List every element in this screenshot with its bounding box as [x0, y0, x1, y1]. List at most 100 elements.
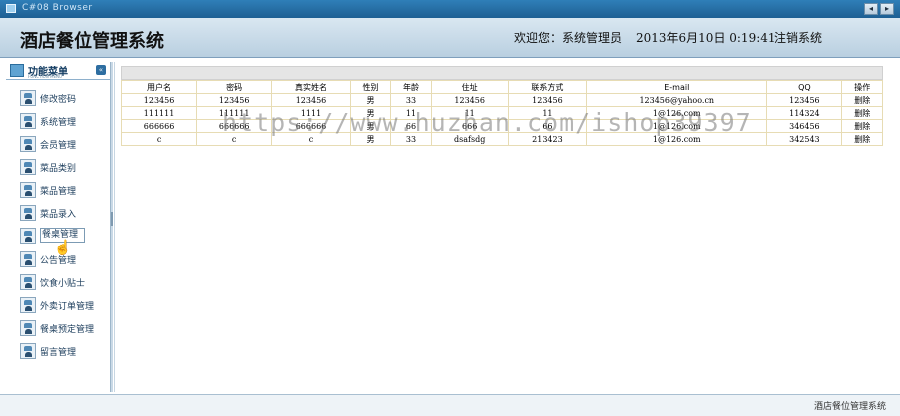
- sidebar-item-label: 会员管理: [40, 141, 77, 151]
- table-row: c c c 男 33 dsafsdg 213423 1@126.com 3425…: [120, 132, 883, 146]
- table-cell: 114324: [766, 106, 843, 120]
- table-cell: 111111: [196, 106, 273, 120]
- table-cell: 342543: [766, 132, 843, 146]
- sidebar-item-label: 菜品录入: [40, 210, 77, 220]
- app-window-icon: [6, 4, 16, 13]
- column-header: QQ: [766, 80, 843, 94]
- table-cell: 男: [349, 119, 392, 133]
- table-cell: 123456: [196, 93, 273, 107]
- sidebar-item-label: 外卖订单管理: [40, 302, 95, 312]
- table-cell: 123456: [271, 93, 351, 107]
- table-cell: 213423: [507, 132, 588, 146]
- sidebar-item-dish-entry[interactable]: 菜品录入: [18, 205, 106, 221]
- sidebar-item-diet-tips[interactable]: 饮食小贴士: [18, 274, 106, 290]
- sidebar-subtitle: FUNCTION MENU: [28, 74, 62, 79]
- delete-link[interactable]: 删除: [841, 132, 883, 146]
- sidebar-item-label: 修改密码: [40, 95, 77, 105]
- sidebar-item-change-password[interactable]: 修改密码: [18, 90, 106, 106]
- sidebar-item-label: 系统管理: [40, 118, 77, 128]
- table-cell: 346456: [766, 119, 843, 133]
- table-cell: 33: [390, 132, 432, 146]
- sidebar-splitter[interactable]: [110, 62, 113, 392]
- table-row: 111111 111111 1111 男 11 11 11 1@126.com …: [120, 106, 883, 120]
- app-header: 酒店餐位管理系统 欢迎您：系统管理员 2013年6月10日 0:19:41 注销…: [0, 18, 900, 58]
- table-cell: 11: [507, 106, 588, 120]
- column-header: 真实姓名: [271, 80, 351, 94]
- sidebar-item-label: 餐桌预定管理: [40, 325, 95, 335]
- sidebar-item-table-reservations[interactable]: 餐桌预定管理: [18, 320, 106, 336]
- logout-link[interactable]: 注销系统: [774, 29, 822, 46]
- user-icon: [20, 159, 36, 175]
- table-cell: 666666: [120, 119, 198, 133]
- table-cell: 666666: [196, 119, 273, 133]
- sidebar-header: 功能菜单 FUNCTION MENU «: [6, 62, 110, 80]
- sidebar-item-dish-management[interactable]: 菜品管理: [18, 182, 106, 198]
- user-icon: [20, 343, 36, 359]
- table-cell: 1@126.com: [586, 132, 768, 146]
- user-icon: [20, 297, 36, 313]
- sidebar-item-system[interactable]: 系统管理: [18, 113, 106, 129]
- status-text: 酒店餐位管理系统: [813, 402, 886, 412]
- column-header: 性别: [349, 80, 392, 94]
- sidebar-item-takeout-orders[interactable]: 外卖订单管理: [18, 297, 106, 313]
- delete-link[interactable]: 删除: [841, 93, 883, 107]
- table-cell: c: [271, 132, 351, 146]
- table-cell: 男: [349, 93, 392, 107]
- table-cell: 1@126.com: [586, 119, 768, 133]
- table-header-row: 用户名 密码 真实姓名 性别 年龄 住址 联系方式 E-mail QQ 操作: [120, 80, 883, 94]
- sidebar-item-label: 菜品类别: [40, 164, 77, 174]
- user-icon: [20, 182, 36, 198]
- column-header: 年龄: [390, 80, 432, 94]
- column-header: 联系方式: [507, 80, 588, 94]
- table-cell: 123456: [766, 93, 843, 107]
- user-icon: [20, 228, 36, 244]
- minimize-icon[interactable]: ◂: [864, 3, 878, 15]
- user-icon: [20, 320, 36, 336]
- window-controls: ◂ ▸: [864, 3, 894, 15]
- table-cell: 666666: [271, 119, 351, 133]
- user-icon: [20, 205, 36, 221]
- table-cell: dsafsdg: [430, 132, 509, 146]
- status-bar: 酒店餐位管理系统: [0, 394, 900, 416]
- sidebar-item-messages[interactable]: 留言管理: [18, 343, 106, 359]
- table-cell: 33: [390, 93, 432, 107]
- table-cell: 1111: [271, 106, 351, 120]
- main-content: 用户名 密码 真实姓名 性别 年龄 住址 联系方式 E-mail QQ 操作 1…: [114, 62, 894, 392]
- column-header: 操作: [841, 80, 883, 94]
- table-cell: 男: [349, 106, 392, 120]
- window-titlebar: C#08 Browser ◂ ▸: [0, 0, 900, 18]
- sidebar-item-label: 菜品管理: [40, 187, 77, 197]
- delete-link[interactable]: 删除: [841, 119, 883, 133]
- table-cell: 111111: [120, 106, 198, 120]
- column-header: 密码: [196, 80, 273, 94]
- table-row: 123456 123456 123456 男 33 123456 123456 …: [120, 93, 883, 107]
- sidebar-item-dish-category[interactable]: 菜品类别: [18, 159, 106, 175]
- hand-cursor-icon: ☝: [54, 240, 72, 256]
- user-icon: [20, 274, 36, 290]
- collapse-icon[interactable]: «: [96, 65, 106, 75]
- column-header: 住址: [430, 80, 509, 94]
- delete-link[interactable]: 删除: [841, 106, 883, 120]
- user-icon: [20, 136, 36, 152]
- table-cell: 11: [390, 106, 432, 120]
- table-cell: 1@126.com: [586, 106, 768, 120]
- maximize-icon[interactable]: ▸: [880, 3, 894, 15]
- table-row: 666666 666666 666666 男 66 666 66 1@126.c…: [120, 119, 883, 133]
- user-table: 用户名 密码 真实姓名 性别 年龄 住址 联系方式 E-mail QQ 操作 1…: [120, 80, 883, 146]
- table-cell: c: [120, 132, 198, 146]
- sidebar-item-label: 饮食小贴士: [40, 279, 86, 289]
- column-header: E-mail: [586, 80, 768, 94]
- table-cell: 男: [349, 132, 392, 146]
- user-icon: [20, 113, 36, 129]
- menu-icon: [10, 64, 24, 77]
- table-cell: 11: [430, 106, 509, 120]
- current-datetime: 2013年6月10日 0:19:41: [636, 31, 776, 45]
- table-toolbar: [121, 66, 883, 80]
- sidebar-item-label: 留言管理: [40, 348, 77, 358]
- user-icon: [20, 90, 36, 106]
- splitter-grip-icon: [111, 212, 113, 226]
- sidebar-item-members[interactable]: 会员管理: [18, 136, 106, 152]
- table-cell: 66: [507, 119, 588, 133]
- table-cell: c: [196, 132, 273, 146]
- table-cell: 123456: [430, 93, 509, 107]
